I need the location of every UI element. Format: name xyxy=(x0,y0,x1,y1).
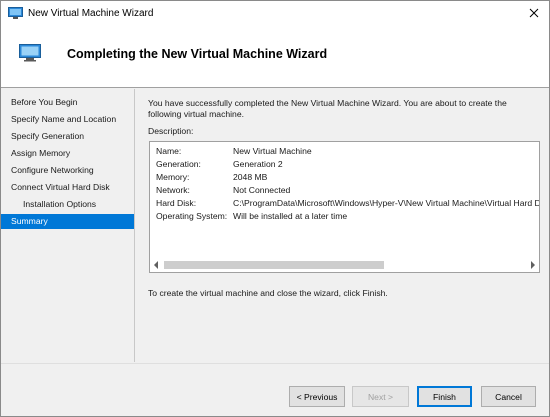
row-key: Hard Disk: xyxy=(156,198,197,208)
intro-line-2: following virtual machine. xyxy=(148,108,245,119)
row-value: 2048 MB xyxy=(233,172,268,182)
virtual-machine-icon xyxy=(19,44,41,62)
row-value: C:\ProgramData\Microsoft\Windows\Hyper-V… xyxy=(233,198,540,208)
row-value: New Virtual Machine xyxy=(233,146,312,156)
previous-button[interactable]: < Previous xyxy=(289,386,345,407)
nav-item-configure-networking[interactable]: Configure Networking xyxy=(1,163,134,178)
row-key: Name: xyxy=(156,146,182,156)
row-key: Operating System: xyxy=(156,211,228,221)
row-key: Generation: xyxy=(156,159,201,169)
window-title: New Virtual Machine Wizard xyxy=(28,8,154,19)
wizard-header: Completing the New Virtual Machine Wizar… xyxy=(1,27,549,88)
next-button[interactable]: Next > xyxy=(352,386,409,407)
nav-item-connect-virtual-hard-disk[interactable]: Connect Virtual Hard Disk xyxy=(1,180,134,195)
row-key: Memory: xyxy=(156,172,190,182)
button-bar: < Previous Next > Finish Cancel xyxy=(1,363,549,416)
summary-panel: You have successfully completed the New … xyxy=(136,89,549,362)
title-bar: New Virtual Machine Wizard xyxy=(1,1,549,27)
nav-item-specify-name-location[interactable]: Specify Name and Location xyxy=(1,112,134,127)
finish-button[interactable]: Finish xyxy=(417,386,472,407)
nav-item-before-you-begin[interactable]: Before You Begin xyxy=(1,95,134,110)
nav-item-installation-options[interactable]: Installation Options xyxy=(1,197,134,212)
description-label: Description: xyxy=(148,126,194,136)
row-value: Will be installed at a later time xyxy=(233,211,348,221)
row-value: Not Connected xyxy=(233,185,291,195)
row-value: Generation 2 xyxy=(233,159,283,169)
cancel-button[interactable]: Cancel xyxy=(481,386,536,407)
description-box[interactable]: Name: New Virtual Machine Generation: Ge… xyxy=(149,141,540,273)
row-key: Network: xyxy=(156,185,190,195)
scroll-left-icon[interactable] xyxy=(153,261,159,269)
scrollbar-thumb[interactable] xyxy=(164,261,384,269)
hyper-v-app-icon xyxy=(8,7,23,19)
nav-item-assign-memory[interactable]: Assign Memory xyxy=(1,146,134,161)
close-icon xyxy=(529,8,539,18)
wizard-window: New Virtual Machine Wizard Completing th… xyxy=(0,0,550,417)
close-button[interactable] xyxy=(525,4,543,22)
nav-item-summary[interactable]: Summary xyxy=(1,214,134,229)
nav-item-specify-generation[interactable]: Specify Generation xyxy=(1,129,134,144)
scroll-right-icon[interactable] xyxy=(530,261,536,269)
wizard-steps-nav: Before You Begin Specify Name and Locati… xyxy=(1,89,135,362)
finish-instruction: To create the virtual machine and close … xyxy=(148,288,388,298)
intro-text: You have successfully completed the New … xyxy=(148,98,538,119)
page-title: Completing the New Virtual Machine Wizar… xyxy=(67,47,328,61)
horizontal-scrollbar[interactable] xyxy=(150,258,539,272)
intro-line-1: You have successfully completed the New … xyxy=(148,98,507,108)
